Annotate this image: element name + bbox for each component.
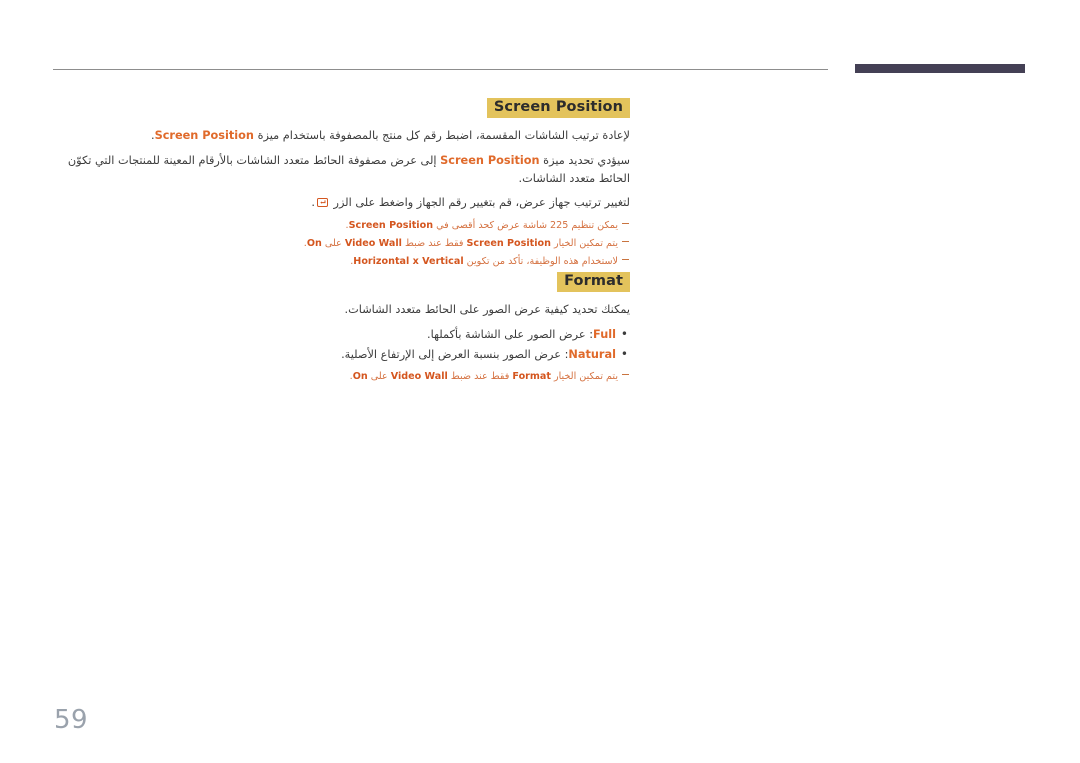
ui-term-natural: Natural	[568, 347, 616, 361]
header-rule-left	[53, 69, 828, 70]
note-text-middle: فقط عند ضبط	[401, 238, 467, 250]
note-screen-position-2: يتم تمكين الخيار Screen Position فقط عند…	[50, 236, 630, 253]
bullet-list-format: Full: عرض الصور على الشاشة بأكملها. Natu…	[50, 324, 630, 365]
paragraph-screen-position-3: لتغيير ترتيب جهاز عرض، قم بتغيير رقم الج…	[50, 194, 630, 212]
note-screen-position-3: لاستخدام هذه الوظيفة، تأكد من تكوين Hori…	[50, 254, 630, 271]
section-heading-screen-position: Screen Position	[486, 98, 630, 119]
note-text-middle-2: على	[367, 371, 391, 383]
list-item-text: : عرض الصور بنسبة العرض إلى الإرتفاع الأ…	[341, 347, 569, 361]
note-screen-position-1: يمكن تنظيم 225 شاشة عرض كحد أقصى في Scre…	[50, 218, 630, 235]
ui-term-full: Full	[593, 327, 616, 341]
section-heading-wrap: Format	[50, 270, 630, 293]
ui-term-screen-position: Screen Position	[440, 153, 540, 167]
note-format-1: يتم تمكين الخيار Format فقط عند ضبط Vide…	[50, 369, 630, 386]
paragraph-text-before: لإعادة ترتيب الشاشات المقسمة، اضبط رقم ك…	[253, 129, 630, 143]
notes-screen-position: يمكن تنظيم 225 شاشة عرض كحد أقصى في Scre…	[50, 218, 630, 270]
note-text-before: يتم تمكين الخيار	[550, 238, 618, 250]
list-item-full: Full: عرض الصور على الشاشة بأكملها.	[50, 324, 630, 344]
enter-key-icon	[316, 198, 328, 208]
note-text-before: لاستخدام هذه الوظيفة، تأكد من تكوين	[463, 255, 618, 267]
ui-term-video-wall: Video Wall	[344, 238, 402, 250]
ui-term-on: On	[352, 371, 368, 383]
paragraph-screen-position-2: سيؤدي تحديد ميزة Screen Position إلى عرض…	[50, 152, 630, 189]
section-screen-position: Screen Position لإعادة ترتيب الشاشات الم…	[50, 96, 630, 272]
ui-term-horizontal-x-vertical: Horizontal x Vertical	[353, 255, 464, 267]
ui-term-format: Format	[512, 371, 551, 383]
ui-term-screen-position: Screen Position	[466, 238, 551, 250]
section-heading-format: Format	[557, 272, 630, 293]
list-item-natural: Natural: عرض الصور بنسبة العرض إلى الإرت…	[50, 345, 630, 365]
section-heading-wrap: Screen Position	[50, 96, 630, 119]
paragraph-text-after: .	[311, 196, 315, 210]
paragraph-screen-position-1: لإعادة ترتيب الشاشات المقسمة، اضبط رقم ك…	[50, 127, 630, 145]
paragraph-format-1: يمكنك تحديد كيفية عرض الصور على الحائط م…	[50, 301, 630, 319]
paragraph-text-before: لتغيير ترتيب جهاز عرض، قم بتغيير رقم الج…	[329, 196, 630, 210]
page-number: 59	[54, 705, 89, 735]
note-text-middle-2: على	[321, 238, 345, 250]
paragraph-text-before: سيؤدي تحديد ميزة	[539, 153, 630, 167]
paragraph-text-before: يمكنك تحديد كيفية عرض الصور على الحائط م…	[344, 303, 630, 317]
ui-term-screen-position: Screen Position	[348, 220, 434, 232]
note-text-middle: فقط عند ضبط	[447, 371, 513, 383]
ui-term-screen-position: Screen Position	[154, 129, 254, 143]
note-text-before: يمكن تنظيم 225 شاشة عرض كحد أقصى في	[433, 220, 618, 232]
note-text-before: يتم تمكين الخيار	[550, 371, 618, 383]
notes-format: يتم تمكين الخيار Format فقط عند ضبط Vide…	[50, 369, 630, 386]
ui-term-on: On	[306, 238, 322, 250]
section-format: Format يمكنك تحديد كيفية عرض الصور على ا…	[50, 270, 630, 387]
header-bar-right	[855, 64, 1025, 73]
list-item-text: : عرض الصور على الشاشة بأكملها.	[426, 327, 594, 341]
ui-term-video-wall: Video Wall	[390, 371, 448, 383]
